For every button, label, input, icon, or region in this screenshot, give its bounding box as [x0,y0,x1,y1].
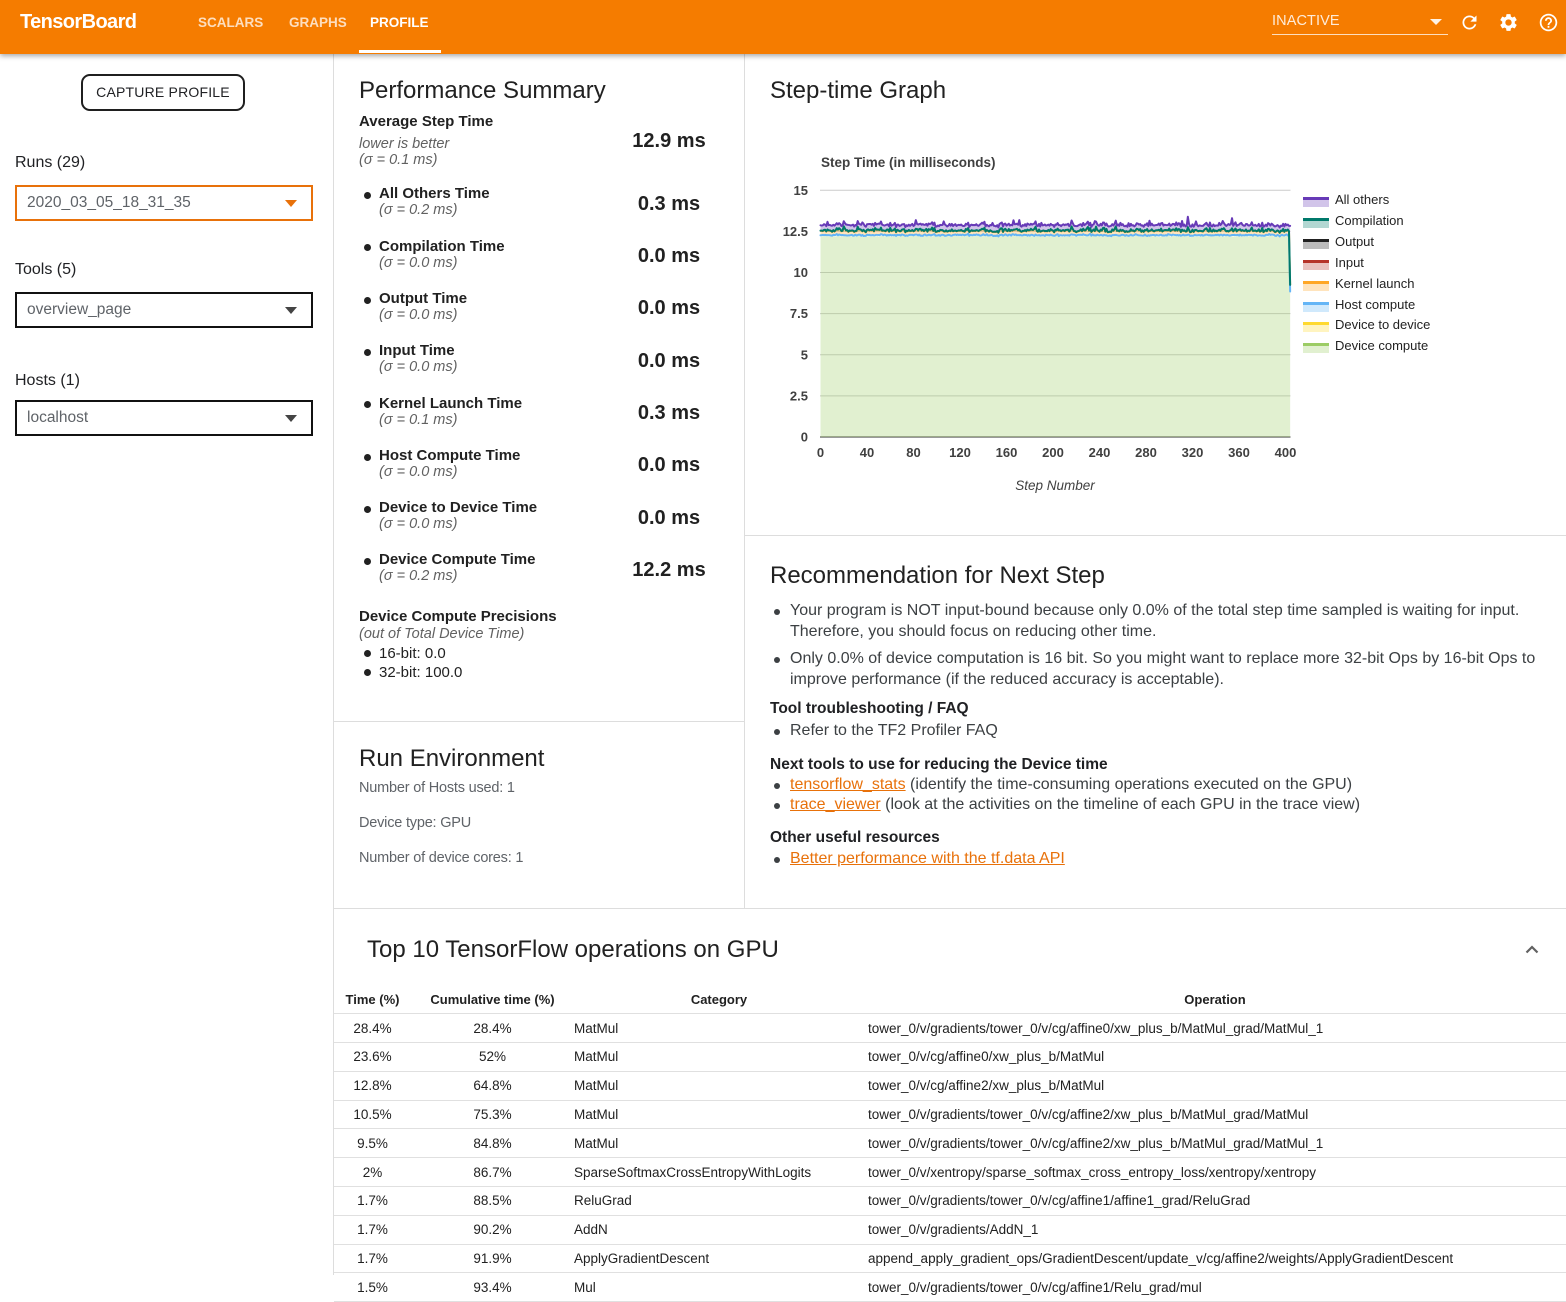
svg-text:12.5: 12.5 [783,224,808,239]
svg-text:0: 0 [817,445,824,460]
svg-text:10: 10 [794,265,808,280]
svg-text:280: 280 [1135,445,1157,460]
svg-text:320: 320 [1182,445,1204,460]
svg-text:360: 360 [1228,445,1250,460]
svg-text:0: 0 [801,430,808,445]
svg-text:400: 400 [1275,445,1297,460]
svg-text:Step Number: Step Number [1015,478,1095,493]
svg-text:120: 120 [949,445,971,460]
svg-text:15: 15 [794,183,808,198]
svg-text:80: 80 [906,445,920,460]
svg-text:240: 240 [1089,445,1111,460]
svg-text:7.5: 7.5 [790,306,808,321]
svg-text:5: 5 [801,347,808,362]
svg-text:160: 160 [996,445,1018,460]
svg-text:200: 200 [1042,445,1064,460]
svg-text:40: 40 [860,445,874,460]
svg-text:2.5: 2.5 [790,388,808,403]
svg-text:Step Time (in milliseconds): Step Time (in milliseconds) [821,155,996,170]
